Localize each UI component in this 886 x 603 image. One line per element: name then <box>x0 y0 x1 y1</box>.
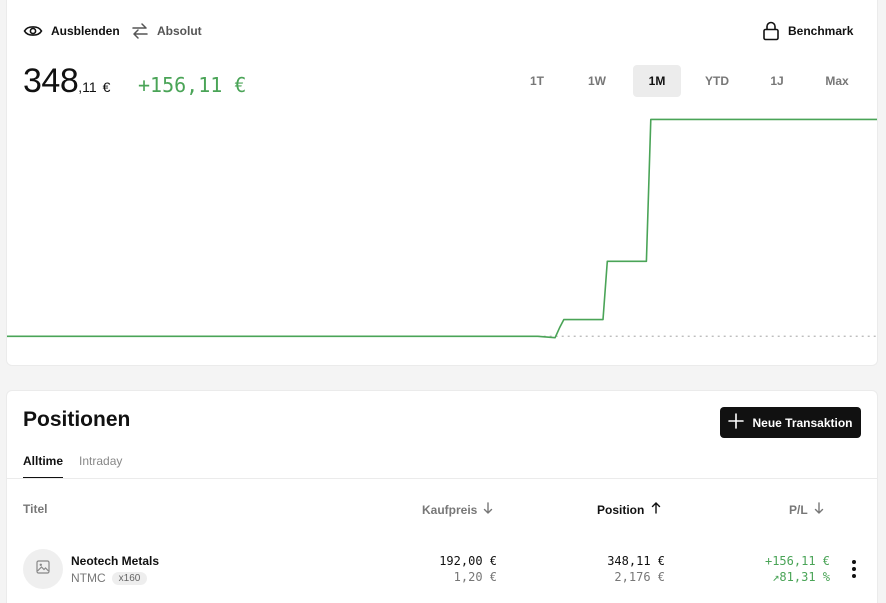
purchase-total: 192,00 € <box>439 554 497 568</box>
portfolio-value-decimal: ,11 <box>78 79 97 95</box>
tabs-divider <box>7 478 877 479</box>
range-1t[interactable]: 1T <box>513 65 561 97</box>
column-header-title[interactable]: Titel <box>23 502 47 516</box>
pl-percent: ↗81,31 % <box>772 570 830 584</box>
asset-ticker: NTMC <box>71 571 106 585</box>
asset-avatar <box>23 549 63 589</box>
sort-down-icon <box>483 502 493 517</box>
range-1m[interactable]: 1M <box>633 65 681 97</box>
swap-arrows-icon <box>131 22 149 40</box>
portfolio-change: +156,11 € <box>138 73 247 97</box>
new-transaction-label: Neue Transaktion <box>752 415 853 430</box>
portfolio-value-currency: € <box>102 79 111 95</box>
row-menu-button[interactable] <box>846 559 862 579</box>
hide-values-button[interactable]: Ausblenden <box>23 22 120 40</box>
column-header-position[interactable]: Position <box>597 502 662 517</box>
hide-values-label: Ausblenden <box>51 24 120 38</box>
tab-alltime[interactable]: Alltime <box>23 454 64 479</box>
column-header-pl-label: P/L <box>789 502 808 517</box>
range-ytd[interactable]: YTD <box>693 65 741 97</box>
plus-icon <box>728 413 745 432</box>
range-1w[interactable]: 1W <box>573 65 621 97</box>
column-header-purchase-label: Kaufpreis <box>422 502 478 517</box>
performance-chart <box>7 118 877 339</box>
benchmark-label: Benchmark <box>788 24 854 38</box>
positions-tabs: Alltime Intraday <box>23 454 122 479</box>
sort-down-icon <box>814 502 824 517</box>
absolute-toggle-button[interactable]: Absolut <box>131 22 202 40</box>
column-header-purchase[interactable]: Kaufpreis <box>422 502 493 517</box>
sort-up-icon <box>650 502 662 517</box>
column-header-title-label: Titel <box>23 502 48 516</box>
position-unit: 2,176 € <box>614 570 665 584</box>
more-dot <box>852 560 856 564</box>
more-dot <box>852 567 856 571</box>
pl-absolute: +156,11 € <box>764 554 830 568</box>
new-transaction-button[interactable]: Neue Transaktion <box>720 407 861 438</box>
positions-title: Positionen <box>23 408 131 431</box>
series-line <box>7 118 877 339</box>
asset-name: Neotech Metals <box>71 554 160 568</box>
column-header-position-label: Position <box>597 502 645 517</box>
portfolio-value: 348 ,11 € <box>23 62 110 101</box>
range-1j[interactable]: 1J <box>753 65 801 97</box>
more-dot <box>852 574 856 578</box>
tab-intraday[interactable]: Intraday <box>79 454 122 479</box>
eye-icon <box>23 22 43 40</box>
benchmark-button[interactable]: Benchmark <box>762 21 853 41</box>
lock-icon <box>762 21 780 41</box>
portfolio-value-integer: 348 <box>23 62 79 100</box>
asset-meta: NTMC x160 <box>71 571 148 585</box>
range-max[interactable]: Max <box>813 65 861 97</box>
purchase-unit: 1,20 € <box>453 570 497 584</box>
position-total: 348,11 € <box>607 554 665 568</box>
column-header-pl[interactable]: P/L <box>789 502 824 517</box>
absolute-toggle-label: Absolut <box>157 24 202 38</box>
quantity-badge: x160 <box>111 571 148 585</box>
time-range-selector: 1T 1W 1M YTD 1J Max <box>513 65 873 97</box>
image-placeholder-icon <box>36 559 50 579</box>
